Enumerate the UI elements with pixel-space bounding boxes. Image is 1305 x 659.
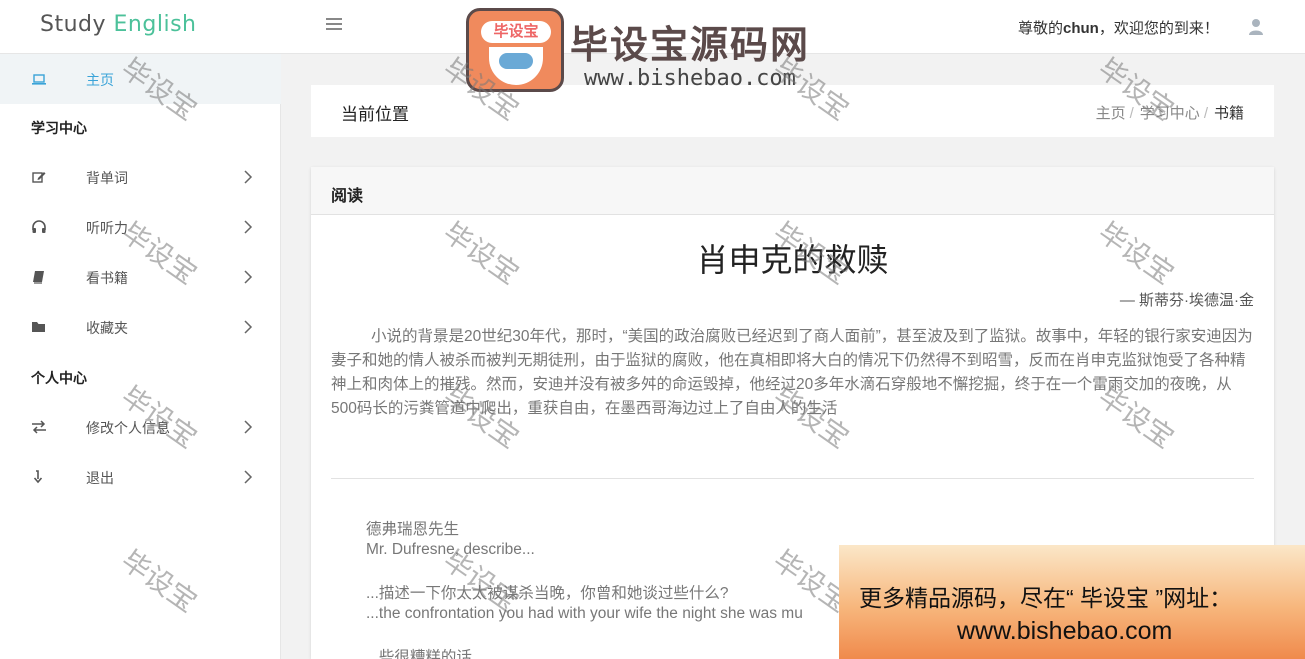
- sidebar-item-edit-profile[interactable]: 修改个人信息: [0, 402, 281, 452]
- sidebar-item-listening[interactable]: 听听力: [0, 202, 281, 252]
- reading-panel-title: 阅读: [331, 188, 364, 205]
- logo-word-study: Study: [40, 12, 107, 37]
- user-icon[interactable]: [1248, 18, 1264, 36]
- chevron-right-icon: [244, 220, 253, 234]
- reading-panel-header: 阅读: [311, 167, 1274, 215]
- sidebar-item-favorites[interactable]: 收藏夹: [0, 302, 281, 352]
- welcome-suffix: ，欢迎您的到来！: [1098, 20, 1219, 37]
- chevron-right-icon: [244, 270, 253, 284]
- sidebar-item-vocabulary[interactable]: 背单词: [0, 152, 281, 202]
- promo-url[interactable]: www.bishebao.com: [957, 617, 1172, 646]
- edit-icon: [32, 172, 46, 183]
- sidebar-item-label: 看书籍: [86, 270, 128, 286]
- site-logo[interactable]: Study English: [40, 12, 196, 37]
- chevron-right-icon: [244, 470, 253, 484]
- sidebar-item-label: 听听力: [86, 220, 128, 236]
- sidebar-item-logout[interactable]: 退出: [0, 452, 281, 502]
- hamburger-menu-icon[interactable]: [326, 18, 342, 32]
- sidebar-item-label: 收藏夹: [86, 320, 128, 336]
- sidebar-item-home[interactable]: 主页: [0, 54, 281, 104]
- breadcrumb-separator: /: [1203, 105, 1208, 122]
- dialogue-line: ...描述一下你太太被谋杀当晚，你曾和她谈过些什么?: [366, 585, 729, 602]
- welcome-prefix: 尊敬的: [1018, 20, 1064, 37]
- welcome-username: chun: [1063, 20, 1099, 37]
- breadcrumb-home[interactable]: 主页: [1096, 105, 1126, 122]
- divider: [331, 478, 1254, 479]
- dialogue-line: 德弗瑞恩先生: [366, 521, 460, 538]
- section-heading-study: 学习中心: [31, 120, 87, 136]
- sidebar-item-label: 退出: [86, 470, 114, 486]
- breadcrumb-current: 书籍: [1213, 105, 1244, 122]
- breadcrumb-separator: /: [1129, 105, 1134, 122]
- dialogue-line: ...the confrontation you had with your w…: [366, 605, 803, 622]
- promo-text: 更多精品源码，尽在“ 毕设宝 ”网址：: [859, 585, 1233, 611]
- laptop-icon: [32, 74, 46, 85]
- breadcrumb: 主页 / 学习中心 / 书籍: [1096, 102, 1244, 123]
- sidebar-item-books[interactable]: 看书籍: [0, 252, 281, 302]
- folder-icon: [32, 322, 45, 332]
- dialogue-line: ...些很糟糕的话: [366, 649, 472, 659]
- book-author: — 斯蒂芬·埃德温·金: [1119, 292, 1254, 309]
- top-navbar: Study English 尊敬的chun，欢迎您的到来！: [0, 0, 1305, 54]
- book-title: 肖申克的救赎: [696, 242, 889, 278]
- chevron-right-icon: [244, 420, 253, 434]
- welcome-message: 尊敬的chun，欢迎您的到来！: [1018, 17, 1219, 38]
- breadcrumb-study-center[interactable]: 学习中心: [1140, 105, 1200, 122]
- book-introduction: 小说的背景是20世纪30年代，那时，“美国的政治腐败已经迟到了商人面前”，甚至波…: [331, 328, 1253, 417]
- dialogue-line: Mr. Dufresne, describe...: [366, 541, 535, 558]
- headphones-icon: [32, 220, 46, 233]
- sidebar-item-label: 修改个人信息: [86, 420, 170, 436]
- promo-banner[interactable]: 更多精品源码，尽在“ 毕设宝 ”网址： www.bishebao.com: [839, 545, 1305, 659]
- logo-word-english: English: [113, 12, 197, 37]
- chevron-right-icon: [244, 320, 253, 334]
- exchange-icon: [32, 420, 46, 434]
- page-title: 当前位置: [341, 105, 409, 124]
- breadcrumb-panel: 当前位置 主页 / 学习中心 / 书籍: [311, 85, 1274, 137]
- book-icon: [33, 271, 44, 284]
- logout-icon: [33, 470, 43, 484]
- section-heading-personal: 个人中心: [31, 370, 87, 386]
- sidebar: 主页 学习中心 背单词 听听力 看书籍 收藏夹 个人中心 修改个人信息 退出: [0, 54, 281, 659]
- chevron-right-icon: [244, 170, 253, 184]
- sidebar-item-label: 背单词: [86, 170, 128, 186]
- sidebar-item-label: 主页: [86, 72, 114, 88]
